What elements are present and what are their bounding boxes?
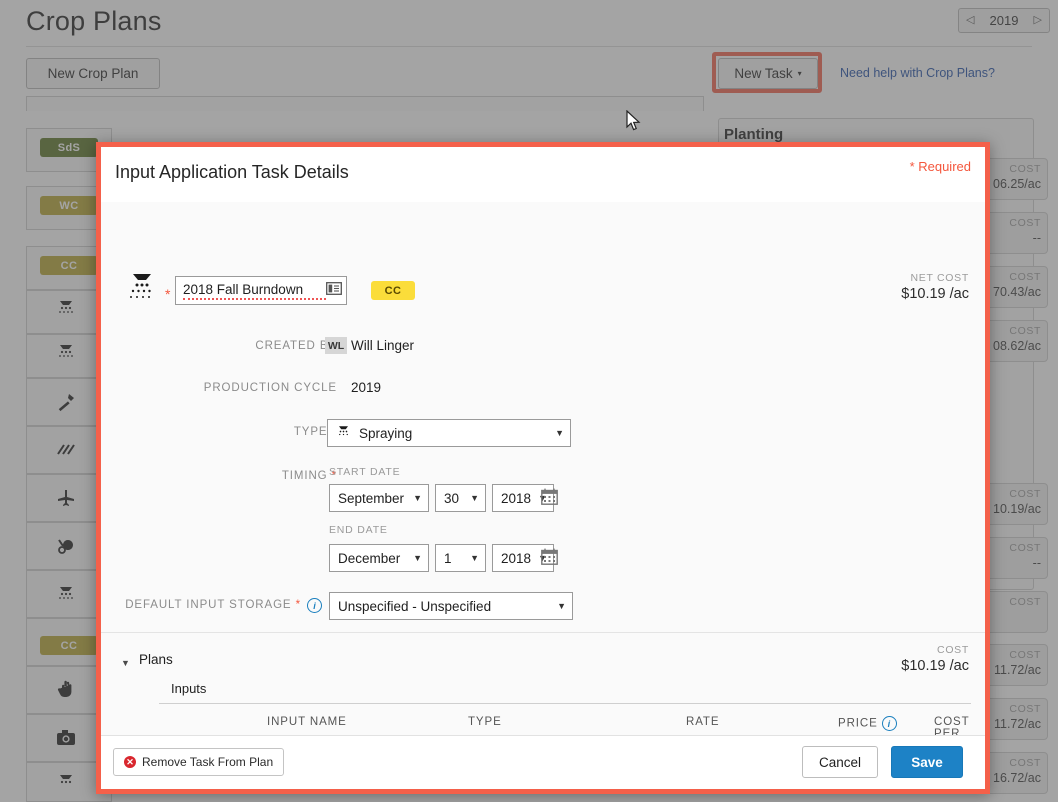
info-icon[interactable]: i [307, 597, 322, 615]
remove-task-label: Remove Task From Plan [142, 755, 274, 769]
start-month-value: September [338, 490, 405, 506]
end-date-label: END DATE [329, 524, 388, 536]
column-header-price: PRICE i [838, 716, 897, 731]
inputs-table-header: INPUT NAME TYPE RATE PRICE i COST PER AC… [101, 716, 985, 736]
chevron-down-icon: ▼ [470, 553, 479, 563]
created-by-label: CREATED BY [255, 340, 337, 352]
end-year-value: 2018 [501, 550, 532, 566]
section-divider [101, 632, 985, 633]
net-cost-display: NET COST $10.19 /ac [901, 272, 969, 302]
task-name-required-mark: * [165, 286, 171, 302]
production-cycle-value: 2019 [351, 380, 382, 395]
chevron-down-icon: ▼ [555, 428, 564, 438]
modal-body: * 2018 Fall Burndown CC NET COST $10.19 … [101, 202, 985, 736]
column-header-rate: RATE [686, 716, 720, 728]
task-crop-badge[interactable]: CC [371, 281, 415, 300]
plans-cost-display: COST $10.19 /ac [901, 644, 969, 674]
default-input-storage-value: Unspecified - Unspecified [338, 598, 492, 614]
required-note: * Required [909, 159, 971, 174]
column-header-type: TYPE [468, 716, 502, 728]
type-label: TYPE * [111, 426, 337, 438]
net-cost-value: $10.19 /ac [901, 286, 969, 302]
input-application-task-modal: Input Application Task Details * Require… [96, 142, 990, 794]
remove-circle-icon: ✕ [124, 756, 136, 768]
task-name-value: 2018 Fall Burndown [183, 282, 326, 300]
timing-label: TIMING * [111, 470, 337, 482]
type-label-text: TYPE [293, 426, 328, 438]
column-header-input-name: INPUT NAME [267, 716, 347, 728]
created-by-name: Will Linger [351, 338, 415, 353]
start-date-label: START DATE [329, 466, 401, 478]
info-icon[interactable]: i [881, 716, 897, 731]
task-name-input[interactable]: 2018 Fall Burndown [175, 276, 347, 305]
cancel-button[interactable]: Cancel [802, 746, 878, 778]
calendar-icon[interactable] [541, 548, 558, 570]
column-header-cost-per-acre-text: COST PER ACRE [934, 716, 970, 736]
start-year-value: 2018 [501, 490, 532, 506]
inputs-tab-rule [159, 703, 971, 704]
tab-inputs[interactable]: Inputs [171, 681, 206, 696]
default-input-storage-label: DEFAULT INPUT STORAGE * [111, 599, 301, 611]
save-button[interactable]: Save [891, 746, 963, 778]
start-month-select[interactable]: September ▼ [329, 484, 429, 512]
plans-cost-label: COST [937, 644, 969, 656]
column-header-price-text: PRICE [838, 717, 878, 730]
spray-icon [336, 424, 351, 442]
storage-required-mark: * [295, 599, 301, 611]
calendar-icon[interactable] [541, 488, 558, 510]
column-header-cost-per-acre: COST PER ACRE i [934, 716, 985, 736]
avatar: WL [325, 337, 347, 354]
start-day-select[interactable]: 30 ▼ [435, 484, 486, 512]
chevron-down-icon: ▼ [413, 493, 422, 503]
plans-cost-value: $10.19 /ac [901, 658, 969, 674]
mouse-cursor [626, 109, 642, 132]
end-month-select[interactable]: December ▼ [329, 544, 429, 572]
app-root: Crop Plans ◁ 2019 ▷ New Crop Plan New Ta… [0, 0, 1058, 802]
type-select-value: Spraying [359, 425, 413, 441]
chevron-down-icon: ▼ [470, 493, 479, 503]
modal-title: Input Application Task Details [115, 162, 349, 182]
remove-task-from-plan-button[interactable]: ✕ Remove Task From Plan [113, 748, 285, 776]
plans-collapse-caret[interactable]: ▼ [121, 658, 130, 668]
default-input-storage-select[interactable]: Unspecified - Unspecified ▼ [329, 592, 573, 620]
address-card-icon[interactable] [326, 281, 342, 300]
chevron-down-icon: ▼ [557, 601, 566, 611]
end-month-value: December [338, 550, 401, 566]
timing-label-text: TIMING [281, 470, 328, 482]
modal-header: Input Application Task Details * Require… [101, 147, 985, 203]
spray-icon [129, 272, 155, 307]
type-select[interactable]: Spraying ▼ [327, 419, 571, 447]
production-cycle-label: PRODUCTION CYCLE [203, 382, 337, 394]
net-cost-label: NET COST [910, 272, 969, 284]
end-day-value: 1 [444, 550, 452, 566]
end-day-select[interactable]: 1 ▼ [435, 544, 486, 572]
default-input-storage-label-text: DEFAULT INPUT STORAGE [125, 599, 292, 611]
plans-section-label: Plans [139, 652, 173, 667]
start-day-value: 30 [444, 490, 460, 506]
chevron-down-icon: ▼ [413, 553, 422, 563]
modal-footer: ✕ Remove Task From Plan Cancel Save [101, 735, 985, 789]
